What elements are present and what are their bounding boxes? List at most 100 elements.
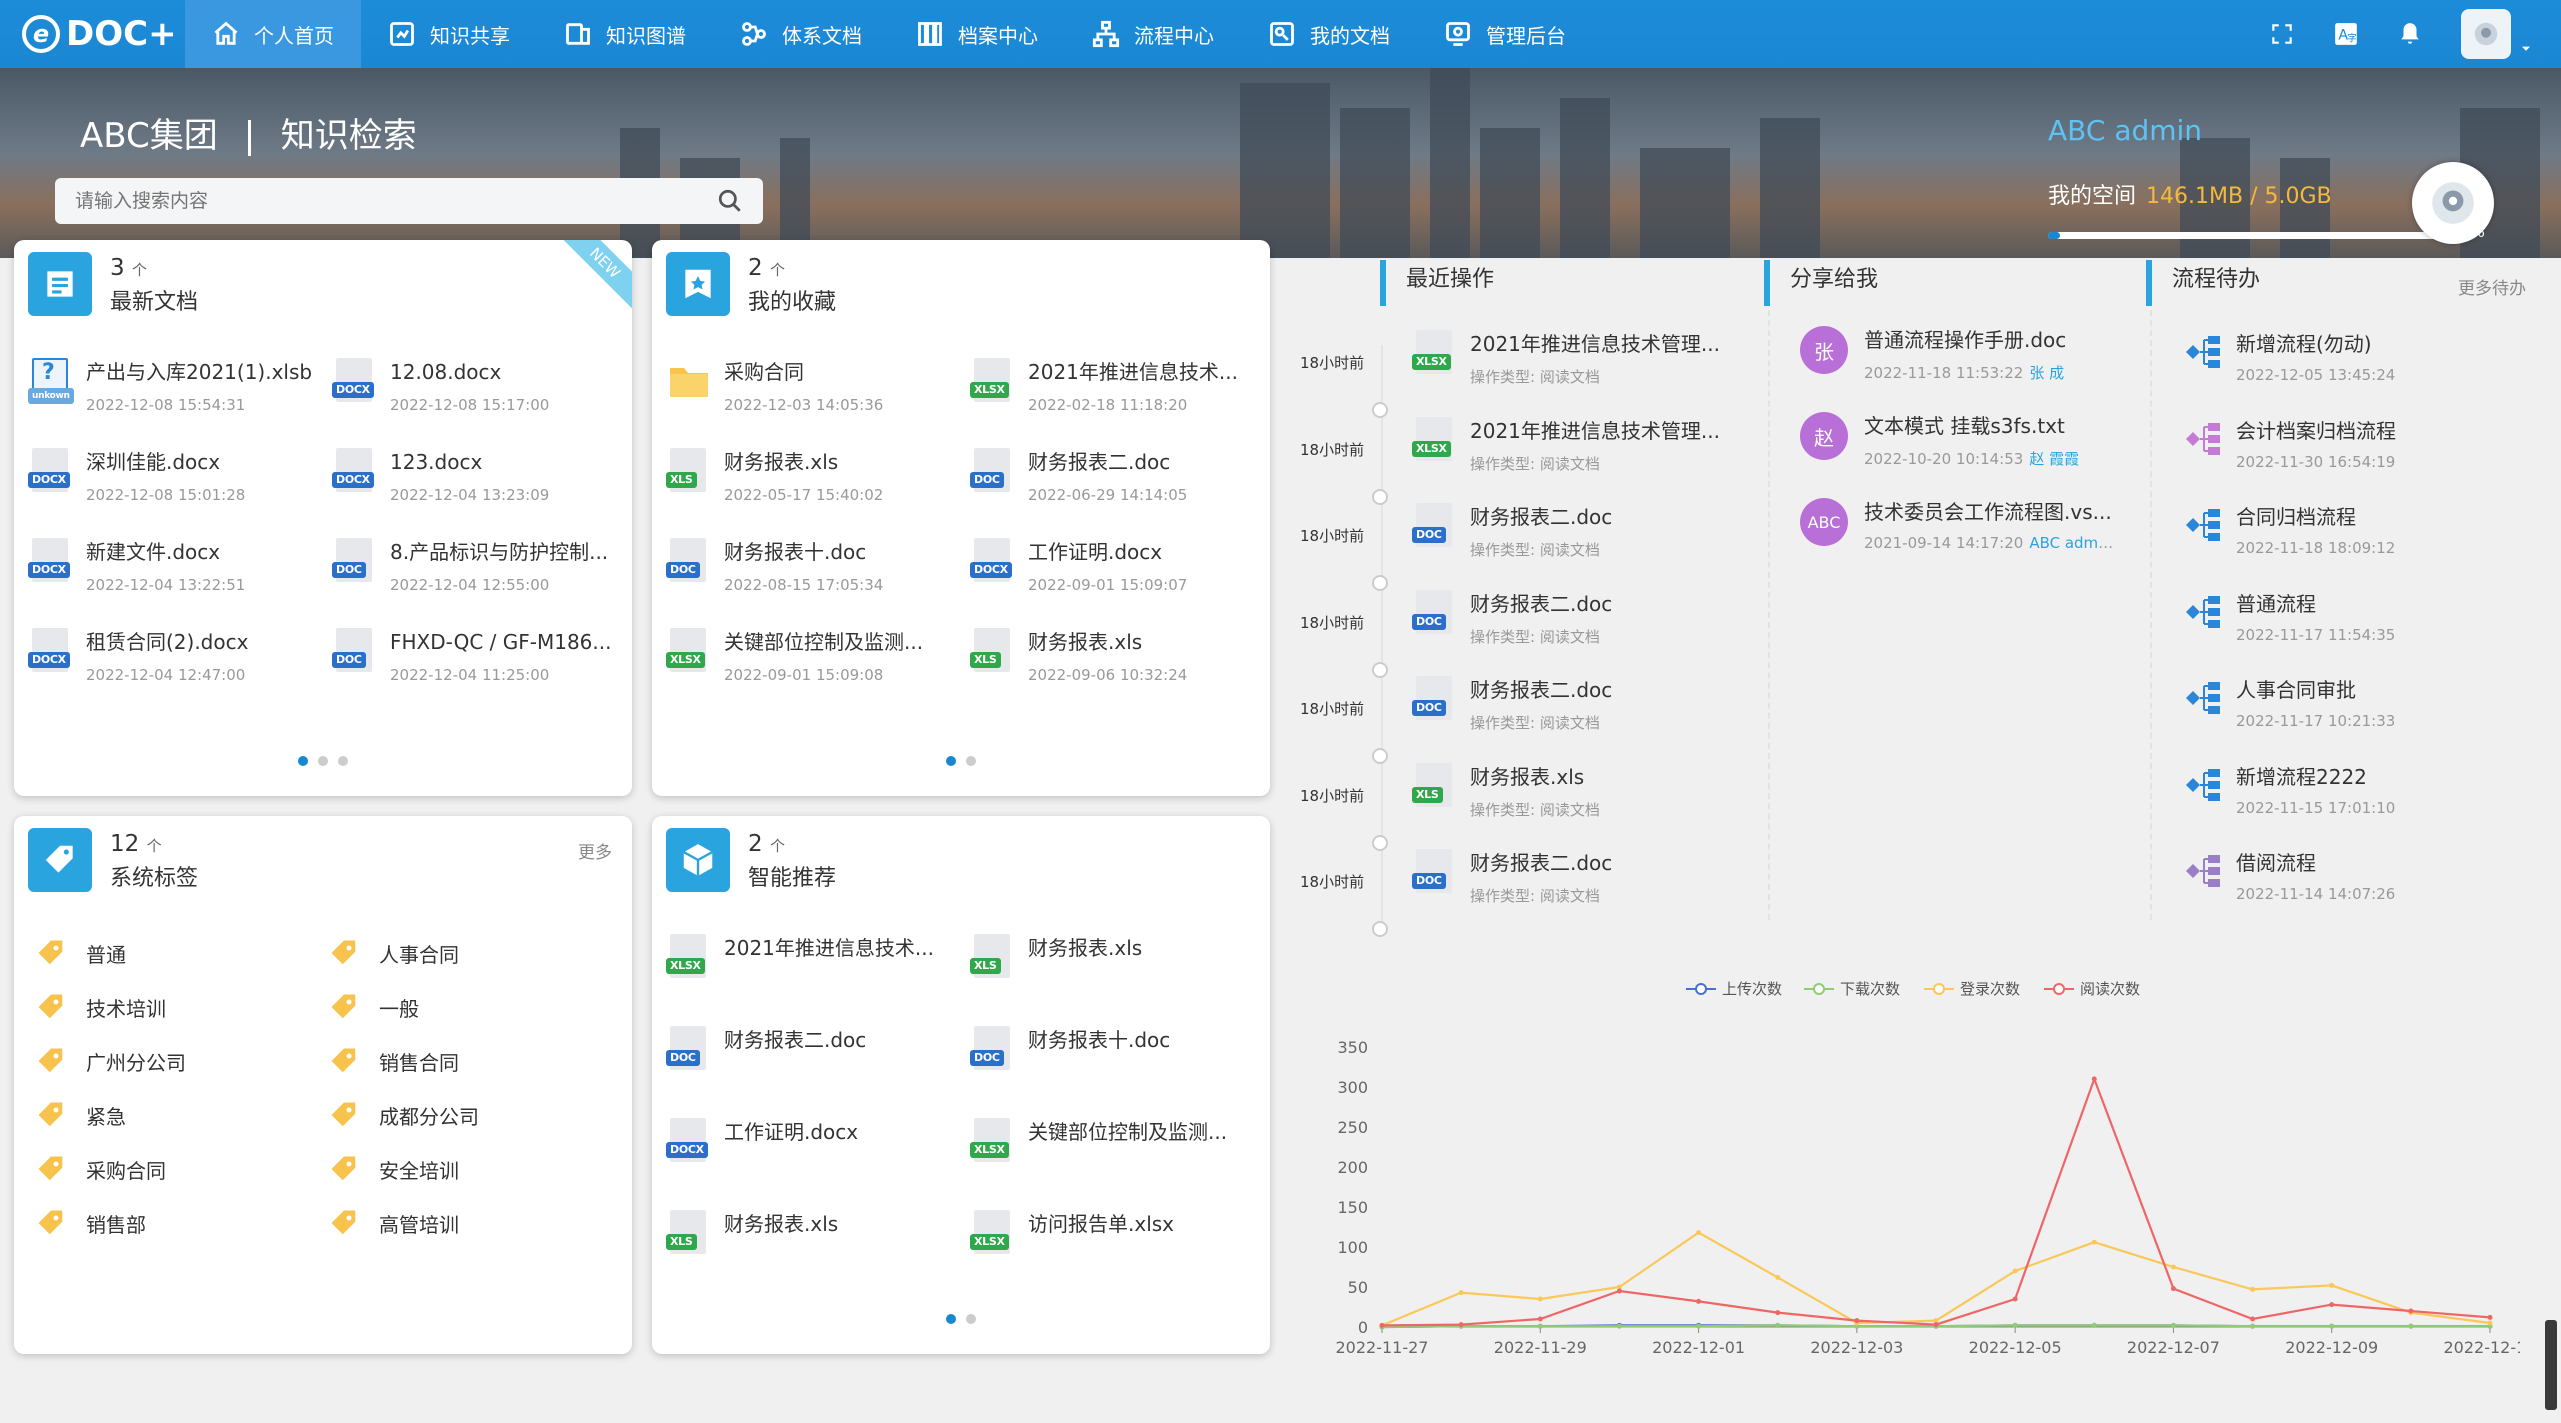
file-item[interactable]: DOC 8.产品标识与防护控制... 2022-12-04 12:55:00 xyxy=(332,530,622,620)
tag-item[interactable]: 高管培训 xyxy=(329,1196,622,1250)
activity-item[interactable]: 18小时前 DOC 财务报表二.doc 操作类型: 阅读文档 xyxy=(1300,676,1770,764)
file-item[interactable]: DOCX 新建文件.docx 2022-12-04 13:22:51 xyxy=(28,530,318,620)
chevron-down-icon[interactable] xyxy=(2519,42,2533,56)
file-item[interactable]: DOCX 深圳佳能.docx 2022-12-08 15:01:28 xyxy=(28,440,318,530)
activity-item[interactable]: 18小时前 DOC 财务报表二.doc 操作类型: 阅读文档 xyxy=(1300,589,1770,678)
docx-file-icon: DOCX xyxy=(332,448,378,498)
flow-item[interactable]: 会计档案归档流程 2022-11-30 16:54:19 xyxy=(2180,417,2396,471)
file-item[interactable]: XLSX 访问报告单.xlsx xyxy=(970,1202,1260,1294)
folder-icon xyxy=(666,358,712,408)
tag-item[interactable]: 销售部 xyxy=(36,1196,329,1250)
file-item[interactable]: ? unkown 产出与入库2021(1).xlsb 2022-12-08 15:54… xyxy=(28,350,318,440)
file-item[interactable]: DOCX 工作证明.docx 2022-09-01 15:09:07 xyxy=(970,530,1260,620)
file-date: 2022-12-04 13:22:51 xyxy=(86,576,246,594)
tag-item[interactable]: 一般 xyxy=(329,980,622,1034)
file-item[interactable]: XLSX 关键部位控制及监测... 2022-09-01 15:09:08 xyxy=(666,620,956,710)
scrollbar-thumb[interactable] xyxy=(2545,1320,2557,1410)
file-item[interactable]: DOCX 工作证明.docx xyxy=(666,1110,956,1202)
carousel-dot[interactable] xyxy=(318,756,328,766)
tag-item[interactable]: 成都分公司 xyxy=(329,1088,622,1142)
search-input[interactable] xyxy=(75,190,717,212)
tags-count-value: 12 xyxy=(110,831,140,857)
carousel-dot[interactable] xyxy=(966,1314,976,1324)
flow-item[interactable]: 新增流程(勿动) 2022-12-05 13:45:24 xyxy=(2180,330,2395,384)
nav-admin[interactable]: 管理后台 xyxy=(1417,0,1593,68)
file-item[interactable]: DOCX 租赁合同(2).docx 2022-12-04 12:47:00 xyxy=(28,620,318,710)
carousel-dot[interactable] xyxy=(946,1314,956,1324)
flow-name: 借阅流程 xyxy=(2236,851,2316,875)
tag-label: 紧急 xyxy=(86,1104,126,1129)
file-item[interactable]: DOC 财务报表二.doc 2022-06-29 14:14:05 xyxy=(970,440,1260,530)
file-item[interactable]: XLSX 关键部位控制及监测... xyxy=(970,1110,1260,1202)
y-tick-label: 150 xyxy=(1337,1198,1368,1217)
tag-item[interactable]: 安全培训 xyxy=(329,1142,622,1196)
translate-icon[interactable]: A字 xyxy=(2333,21,2359,47)
flow-item[interactable]: 借阅流程 2022-11-14 14:07:26 xyxy=(2180,849,2395,903)
tag-item[interactable]: 广州分公司 xyxy=(36,1034,329,1088)
activity-time: 18小时前 xyxy=(1300,440,1365,459)
flow-item[interactable]: 新增流程2222 2022-11-15 17:01:10 xyxy=(2180,763,2395,817)
file-item[interactable]: DOC FHXD-QC / GF-M186... 2022-12-04 11:25:… xyxy=(332,620,622,710)
recommend-count-unit: 个 xyxy=(769,837,785,855)
file-item[interactable]: DOC 财务报表二.doc xyxy=(666,1018,956,1110)
nav-archive-center[interactable]: 档案中心 xyxy=(889,0,1065,68)
file-item[interactable]: 采购合同 2022-12-03 14:05:36 xyxy=(666,350,956,440)
flow-item[interactable]: 人事合同审批 2022-11-17 10:21:33 xyxy=(2180,676,2395,730)
tag-item[interactable]: 技术培训 xyxy=(36,980,329,1034)
activity-item[interactable]: 18小时前 XLSX 2021年推进信息技术管理... 操作类型: 阅读文档 xyxy=(1300,330,1770,418)
activity-item[interactable]: 18小时前 DOC 财务报表二.doc 操作类型: 阅读文档 xyxy=(1300,849,1770,937)
nav-knowledge-graph[interactable]: 知识图谱 xyxy=(537,0,713,68)
nav-my-docs[interactable]: 我的文档 xyxy=(1241,0,1417,68)
nav-flow-center[interactable]: 流程中心 xyxy=(1065,0,1241,68)
nav-home[interactable]: 个人首页 xyxy=(185,0,361,68)
data-point xyxy=(2012,1268,2018,1274)
shared-item[interactable]: ABC 技术委员会工作流程图.vs... 2021-09-14 14:17:20 AB… xyxy=(1800,498,2114,552)
activity-time: 18小时前 xyxy=(1300,354,1365,372)
nav-system-docs[interactable]: 体系文档 xyxy=(713,0,889,68)
search-icon[interactable] xyxy=(717,188,743,214)
tag-item[interactable]: 采购合同 xyxy=(36,1142,329,1196)
activity-item[interactable]: 18小时前 DOC 财务报表二.doc 操作类型: 阅读文档 xyxy=(1300,503,1770,591)
tag-item[interactable]: 普通 xyxy=(36,926,329,980)
file-item[interactable]: DOC 财务报表十.doc xyxy=(970,1018,1260,1110)
user-avatar-menu[interactable] xyxy=(2461,9,2511,59)
file-item[interactable]: XLSX 2021年推进信息技术... xyxy=(666,926,956,1018)
shared-item[interactable]: 张普通流程操作手册.doc 2022-11-18 11:53:22 张 成 xyxy=(1800,326,2114,383)
carousel-dot[interactable] xyxy=(298,756,308,766)
activity-item[interactable]: 18小时前 XLSX 2021年推进信息技术管理... 操作类型: 阅读文档 xyxy=(1300,416,1770,505)
flow-date: 2022-11-17 11:54:35 xyxy=(2236,625,2396,644)
user-avatar[interactable] xyxy=(2412,162,2494,244)
tag-item[interactable]: 紧急 xyxy=(36,1088,329,1142)
flow-item[interactable]: 合同归档流程 2022-11-18 18:09:12 xyxy=(2180,503,2395,557)
timeline-node xyxy=(1372,921,1388,937)
file-item[interactable]: XLS 财务报表.xls 2022-05-17 15:40:02 xyxy=(666,440,956,530)
flow-item[interactable]: 普通流程 2022-11-17 11:54:35 xyxy=(2180,590,2395,644)
fullscreen-icon[interactable] xyxy=(2269,21,2295,47)
nav-knowledge-share[interactable]: 知识共享 xyxy=(361,0,537,68)
bell-icon[interactable] xyxy=(2397,21,2423,47)
file-item[interactable]: XLSX 2021年推进信息技术... 2022-02-18 11:18:20 xyxy=(970,350,1260,440)
file-item[interactable]: DOCX 123.docx 2022-12-04 13:23:09 xyxy=(332,440,622,530)
carousel-dot[interactable] xyxy=(338,756,348,766)
tag-item[interactable]: 人事合同 xyxy=(329,926,622,980)
recommend-count-value: 2 xyxy=(748,831,763,857)
user-name[interactable]: ABC admin xyxy=(2048,114,2202,147)
file-item[interactable]: XLS 财务报表.xls xyxy=(666,1202,956,1294)
carousel-dot[interactable] xyxy=(966,756,976,766)
activity-item[interactable]: 18小时前 XLS 财务报表.xls 操作类型: 阅读文档 xyxy=(1300,762,1770,851)
data-point xyxy=(2408,1308,2414,1314)
file-item[interactable]: XLS 财务报表.xls 2022-09-06 10:32:24 xyxy=(970,620,1260,710)
file-item[interactable]: DOC 财务报表十.doc 2022-08-15 17:05:34 xyxy=(666,530,956,620)
file-item[interactable]: XLS 财务报表.xls xyxy=(970,926,1260,1018)
app-logo[interactable]: e DOC+ xyxy=(0,0,185,68)
shared-item[interactable]: 赵文本模式 挂载s3fs.txt 2022-10-20 10:14:53 赵 霞霞 xyxy=(1800,412,2114,469)
file-item[interactable]: DOCX 12.08.docx 2022-12-08 15:17:00 xyxy=(332,350,622,440)
tag-grid: 普通 人事合同 技术培训 一般 广州分公司 销售合同紧急 成都分公司 采购合同 安全培训 销售部 高… xyxy=(36,926,622,1250)
x-tick-label: 2022-11-27 xyxy=(1336,1338,1429,1357)
activity-op: 阅读文档 xyxy=(1539,368,1600,386)
tags-more-link[interactable]: 更多 xyxy=(578,838,612,863)
more-pending-link[interactable]: 更多待办 xyxy=(2458,274,2526,299)
data-point xyxy=(2329,1282,2335,1288)
tag-item[interactable]: 销售合同 xyxy=(329,1034,622,1088)
carousel-dot[interactable] xyxy=(946,756,956,766)
